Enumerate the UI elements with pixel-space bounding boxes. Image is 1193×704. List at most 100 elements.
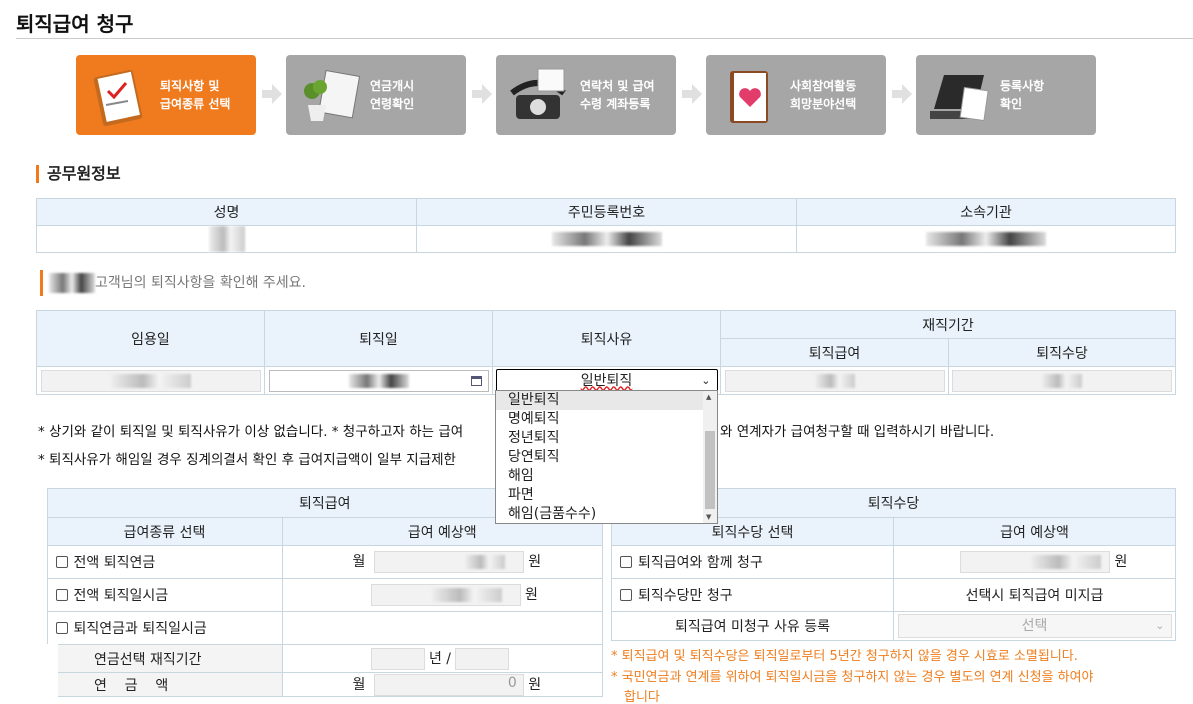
month-label: 월 — [352, 554, 366, 570]
officer-section-title: 공무원정보 — [36, 165, 121, 183]
step-4-line1: 사회참여활동 — [790, 79, 857, 93]
step-5: 등록사항확인 — [916, 55, 1096, 135]
retirement-reason-dropdown: 일반퇴직 명예퇴직 정년퇴직 당연퇴직 해임 파면 해임(금품수수) ▲ ▼ — [495, 390, 718, 524]
won-label: 원 — [528, 676, 542, 693]
telephone-icon — [510, 68, 566, 119]
benefit-option-1[interactable]: 전액 퇴직연금 — [46, 545, 283, 579]
greeting: 고객님의 퇴직사항을 확인해 주세요. — [40, 270, 306, 296]
heart-notebook-icon — [730, 71, 768, 123]
step-3: 연락처 및 급여수령 계좌등록 — [496, 55, 676, 135]
header-tenure: 재직기간 — [720, 310, 1176, 339]
dropdown-option[interactable]: 당연퇴직 — [496, 448, 717, 467]
step-3-line2: 수령 계좌등록 — [580, 97, 651, 111]
header-retirement-reason: 퇴직사유 — [492, 310, 721, 367]
dropdown-option[interactable]: 정년퇴직 — [496, 429, 717, 448]
step-1-line1: 퇴직사항 및 — [160, 79, 220, 93]
unclaimed-reason-select[interactable]: 선택 ⌄ — [897, 614, 1172, 638]
year-separator: 년 / — [428, 650, 452, 667]
notice-line-1b: 와 연계자가 급여청구할 때 입력하시기 바랍니다. — [720, 424, 995, 440]
header-retirement-date: 퇴직일 — [264, 310, 493, 367]
unclaimed-reason-label: 퇴직급여 미청구 사유 등록 — [611, 611, 894, 641]
scroll-up-arrow-icon[interactable]: ▲ — [706, 393, 711, 401]
warning-2: * 국민연금과 연계를 위하여 퇴직일시금을 청구하지 않는 경우 별도의 연계… — [611, 670, 1094, 685]
allowance-option-2-note: 선택시 퇴직급여 미지급 — [893, 578, 1176, 612]
arrow-right-icon — [262, 84, 282, 104]
greeting-text: 고객님의 퇴직사항을 확인해 주세요. — [95, 275, 306, 291]
pension-amount-value: 월 0 원 — [281, 672, 603, 697]
checkbox[interactable] — [55, 589, 68, 601]
header-tenure-benefit: 퇴직급여 — [720, 338, 949, 367]
appointment-date-cell — [36, 366, 265, 395]
won-label: 원 — [524, 587, 538, 603]
step-3-line1: 연락처 및 급여 — [580, 79, 655, 93]
notice-line-1a: * 상기와 같이 퇴직일 및 퇴직사유가 이상 없습니다. * 청구하고자 하는… — [38, 424, 464, 440]
dropdown-scroll-thumb[interactable] — [705, 431, 715, 509]
checkbox[interactable] — [55, 622, 68, 634]
notebook-icon — [93, 69, 143, 127]
tenure-benefit-cell — [720, 366, 949, 395]
page-title: 퇴직급여 청구 — [16, 12, 134, 36]
step-1-line2: 급여종류 선택 — [160, 97, 231, 111]
step-2-line1: 연금개시 — [370, 79, 415, 93]
dropdown-option[interactable]: 명예퇴직 — [496, 410, 717, 429]
allowance-option-2-label: 퇴직수당만 청구 — [638, 588, 733, 604]
calendar-icon[interactable] — [470, 375, 482, 386]
retirement-date-input[interactable] — [268, 369, 489, 392]
dropdown-option[interactable]: 해임 — [496, 467, 717, 486]
checkbox[interactable] — [620, 589, 632, 601]
retirement-date-cell — [264, 366, 493, 395]
pension-months-input[interactable] — [455, 647, 510, 670]
pension-amount-label: 연 금 액 — [36, 672, 283, 697]
warning-3: 합니다 — [624, 690, 660, 704]
benefit-option-3[interactable]: 퇴직연금과 퇴직일시금 — [46, 611, 283, 645]
allowance-option-2[interactable]: 퇴직수당만 청구 — [611, 578, 894, 612]
chevron-down-icon: ⌄ — [1155, 619, 1165, 632]
checkbox[interactable] — [55, 556, 68, 568]
arrow-right-icon — [682, 84, 702, 104]
title-divider — [16, 38, 1193, 39]
retirement-reason-select[interactable]: 일반퇴직 ⌄ — [495, 368, 718, 393]
step-5-line2: 확인 — [1000, 97, 1023, 111]
won-label: 원 — [528, 554, 542, 570]
benefit-option-2[interactable]: 전액 퇴직일시금 — [46, 578, 283, 612]
warning-1: * 퇴직급여 및 퇴직수당은 퇴직일로부터 5년간 청구하지 않을 경우 시효로… — [611, 649, 1078, 664]
officer-table: 성명 주민등록번호 소속기관 — [36, 198, 1176, 253]
benefit-option-3-amount — [281, 611, 603, 645]
dropdown-option[interactable]: 파면 — [496, 486, 717, 505]
header-agency: 소속기관 — [796, 198, 1176, 226]
pension-period-label: 연금선택 재직기간 — [36, 644, 283, 673]
header-tenure-allowance: 퇴직수당 — [948, 338, 1176, 367]
benefit-option-1-label: 전액 퇴직연금 — [73, 555, 156, 571]
notice-line-2: * 퇴직사유가 해임일 경우 징계의결서 확인 후 급여지급액이 일부 지급제한 — [38, 452, 456, 468]
retirement-reason-selected: 일반퇴직 — [580, 372, 633, 389]
scroll-down-arrow-icon[interactable]: ▼ — [706, 513, 711, 521]
pension-years-input[interactable] — [370, 647, 425, 670]
checkbox[interactable] — [620, 556, 632, 568]
chevron-down-icon: ⌄ — [701, 373, 711, 387]
name-value — [36, 225, 417, 253]
pension-amount-input: 0 — [373, 673, 524, 696]
dropdown-option[interactable]: 해임(금품수수) — [496, 505, 717, 524]
customer-name — [49, 273, 95, 293]
dropdown-option[interactable]: 일반퇴직 — [496, 391, 717, 410]
benefit-option-2-label: 전액 퇴직일시금 — [73, 588, 169, 604]
header-name: 성명 — [36, 198, 417, 226]
benefit-option-3-label: 퇴직연금과 퇴직일시금 — [73, 621, 207, 637]
header-appointment-date: 임용일 — [36, 310, 265, 367]
pension-period-input: 년 / — [281, 644, 603, 673]
tenure-allowance-cell — [948, 366, 1176, 395]
allowance-option-1[interactable]: 퇴직급여와 함께 청구 — [611, 545, 894, 579]
step-4: 사회참여활동 희망분야선택 — [706, 55, 886, 135]
unclaimed-reason-cell: 선택 ⌄ — [893, 611, 1176, 641]
resident-number-value — [416, 225, 797, 253]
calendar-plant-icon — [304, 69, 360, 121]
month-label: 월 — [352, 676, 366, 693]
arrow-right-icon — [892, 84, 912, 104]
won-label: 원 — [1114, 554, 1128, 570]
allowance-option-1-amount: 원 — [893, 545, 1176, 579]
benefit-col-type: 급여종류 선택 — [46, 517, 283, 546]
dropdown-scrollbar[interactable]: ▲ ▼ — [703, 391, 717, 523]
benefit-option-2-amount: 원 — [281, 578, 603, 612]
step-5-line1: 등록사항 — [1000, 79, 1045, 93]
agency-value — [796, 225, 1176, 253]
